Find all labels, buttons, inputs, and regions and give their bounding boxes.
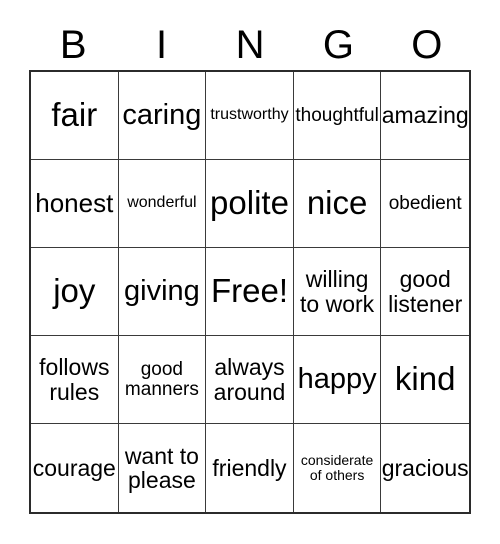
bingo-header-letter-g: G	[322, 23, 354, 67]
bingo-cell-label: follows rules	[39, 354, 110, 405]
bingo-cell[interactable]: honest	[31, 160, 119, 248]
bingo-cell[interactable]: kind	[381, 336, 469, 424]
bingo-cell[interactable]: courage	[31, 424, 119, 512]
bingo-cell[interactable]: amazing	[381, 72, 469, 160]
bingo-cell[interactable]: joy	[31, 248, 119, 336]
bingo-cell-label: wonderful	[127, 194, 197, 212]
bingo-cell[interactable]: obedient	[381, 160, 469, 248]
bingo-cell[interactable]: giving	[118, 248, 207, 336]
bingo-header-letter-b: B	[59, 23, 87, 67]
bingo-cell[interactable]: friendly	[206, 424, 294, 512]
bingo-cell[interactable]: good manners	[118, 336, 207, 424]
bingo-header-letter-o: O	[411, 23, 443, 67]
bingo-cell[interactable]: caring	[118, 72, 207, 160]
bingo-header-row: B I N G O	[29, 22, 471, 68]
bingo-header-letter-i: I	[156, 23, 168, 67]
bingo-cell[interactable]: fair	[31, 72, 119, 160]
bingo-cell[interactable]: considerate of others	[294, 424, 382, 512]
bingo-cell[interactable]: want to please	[119, 424, 207, 512]
bingo-cell[interactable]: nice	[293, 160, 382, 248]
bingo-free-space[interactable]: Free!	[206, 248, 294, 336]
bingo-cell-label: good listener	[388, 266, 463, 317]
bingo-cell[interactable]: trustworthy	[206, 72, 294, 160]
bingo-cell-label: thoughtful	[295, 104, 379, 126]
bingo-cell-label: Free!	[210, 272, 288, 310]
bingo-cell[interactable]: willing to work	[293, 248, 382, 336]
bingo-cell-label: friendly	[212, 454, 287, 481]
bingo-cell-label: considerate of others	[300, 452, 374, 483]
bingo-card: B I N G O fair caring trustworthy thoughtfu…	[0, 0, 500, 544]
bingo-cell-label: honest	[35, 187, 114, 218]
bingo-cell[interactable]: happy	[293, 336, 382, 424]
bingo-cell-label: caring	[122, 99, 202, 132]
bingo-cell[interactable]: wonderful	[118, 160, 207, 248]
bingo-cell[interactable]: polite	[206, 160, 294, 248]
bingo-cell[interactable]: good listener	[381, 248, 469, 336]
bingo-cell-label: nice	[306, 184, 368, 222]
bingo-cell-label: polite	[210, 184, 289, 222]
bingo-cell-label: good manners	[124, 358, 199, 400]
bingo-header-letter-n: N	[235, 23, 265, 67]
bingo-cell-label: obedient	[388, 192, 462, 214]
bingo-cell[interactable]: always around	[206, 336, 294, 424]
bingo-cell[interactable]: gracious	[381, 424, 469, 512]
bingo-cell-label: gracious	[381, 454, 469, 481]
bingo-cell-label: willing to work	[300, 266, 375, 317]
bingo-cell[interactable]: thoughtful	[293, 72, 382, 160]
bingo-cell-label: always around	[213, 354, 286, 405]
bingo-cell-label: want to please	[124, 442, 199, 493]
bingo-cell-label: courage	[32, 454, 116, 481]
bingo-cell-label: happy	[297, 363, 377, 396]
bingo-grid: fair caring trustworthy thoughtful amazing ho…	[29, 70, 471, 514]
bingo-cell-label: amazing	[381, 102, 469, 129]
bingo-cell-label: kind	[394, 360, 456, 398]
bingo-cell-label: fair	[51, 96, 98, 134]
bingo-cell-label: joy	[53, 272, 96, 310]
bingo-cell-label: trustworthy	[210, 106, 289, 124]
bingo-cell[interactable]: follows rules	[31, 336, 119, 424]
bingo-cell-label: giving	[124, 275, 200, 308]
